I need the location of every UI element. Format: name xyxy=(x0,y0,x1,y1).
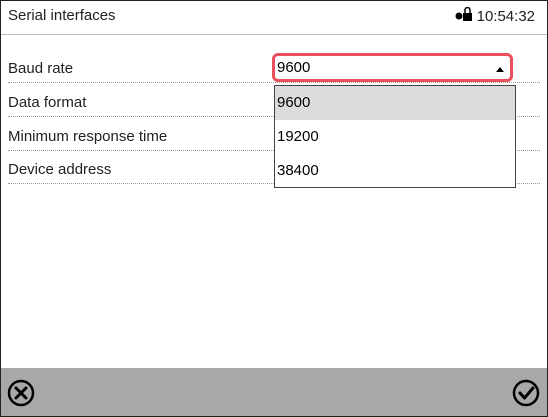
cancel-button[interactable] xyxy=(6,378,36,408)
screen: Serial interfaces 10:54:32 Baud rate Dat… xyxy=(0,0,548,417)
title-bar: Serial interfaces 10:54:32 xyxy=(1,1,547,35)
checkmark-icon xyxy=(512,379,540,407)
footer-bar xyxy=(1,368,547,416)
option-38400[interactable]: 38400 xyxy=(275,154,515,188)
confirm-button[interactable] xyxy=(511,378,541,408)
setting-label: Data format xyxy=(8,94,87,111)
page-title: Serial interfaces xyxy=(8,7,116,24)
row-divider xyxy=(8,82,540,83)
cancel-icon xyxy=(7,379,35,407)
option-label: 19200 xyxy=(277,128,319,145)
baud-rate-select[interactable]: 9600 xyxy=(272,53,513,82)
clock-time: 10:54:32 xyxy=(476,7,535,25)
option-19200[interactable]: 19200 xyxy=(275,120,515,154)
select-value: 9600 xyxy=(277,59,311,76)
setting-label: Baud rate xyxy=(8,60,74,77)
option-label: 38400 xyxy=(277,162,319,179)
option-label: 9600 xyxy=(277,94,311,111)
setting-label: Device address xyxy=(8,161,112,178)
setting-label: Minimum response time xyxy=(8,128,168,145)
caret-up-icon[interactable] xyxy=(496,67,504,72)
lock-icon xyxy=(454,6,477,25)
clock-area: 10:54:32 xyxy=(454,6,535,25)
baud-rate-options: 9600 19200 38400 xyxy=(274,85,516,188)
option-9600[interactable]: 9600 xyxy=(275,86,515,120)
